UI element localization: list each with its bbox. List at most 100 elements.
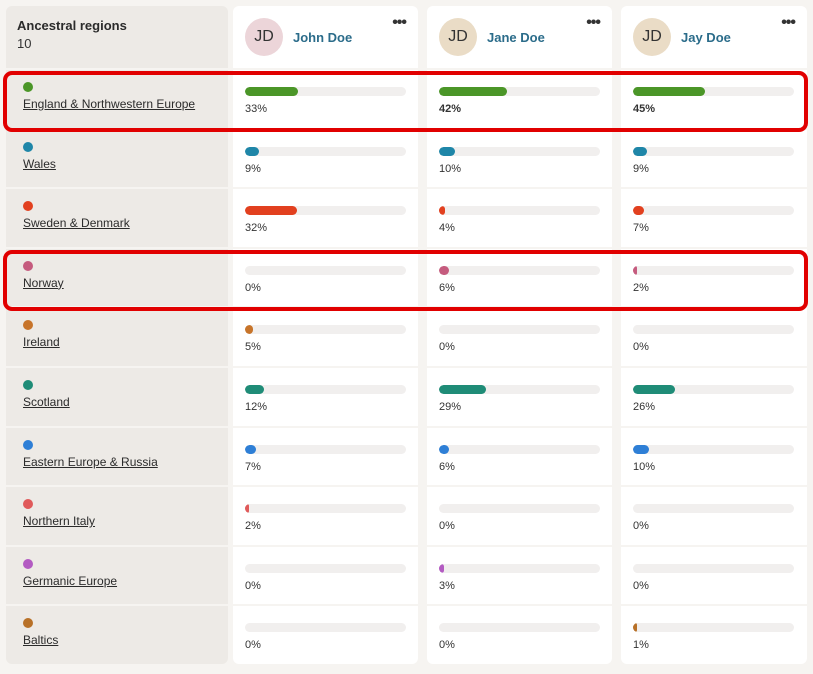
region-percentage-cell: 0% bbox=[427, 485, 612, 545]
percentage-bar bbox=[633, 384, 794, 394]
region-name-link[interactable]: Sweden & Denmark bbox=[23, 216, 130, 230]
region-percentage-cell: 0% bbox=[233, 604, 418, 664]
percentage-value: 4% bbox=[439, 222, 455, 235]
region-percentage-cell: 7% bbox=[621, 187, 807, 247]
percentage-value: 0% bbox=[245, 579, 261, 592]
region-percentage-cell: 0% bbox=[621, 306, 807, 366]
avatar[interactable]: JD bbox=[633, 18, 671, 56]
region-percentage-cell: 0% bbox=[427, 604, 612, 664]
percentage-bar-fill bbox=[633, 444, 650, 454]
percentage-bar bbox=[439, 265, 600, 275]
region-row: Eastern Europe & Russia bbox=[6, 425, 228, 486]
percentage-value: 42% bbox=[439, 103, 462, 115]
region-name-link[interactable]: Germanic Europe bbox=[23, 574, 117, 588]
percentage-value: 0% bbox=[439, 520, 455, 533]
region-percentage-cell: 4% bbox=[427, 187, 612, 247]
percentage-bar bbox=[245, 444, 406, 454]
percentage-bar bbox=[633, 325, 794, 335]
percentage-bar-fill bbox=[245, 146, 260, 156]
percentage-value: 1% bbox=[633, 639, 649, 652]
region-percentage-cell: 6% bbox=[427, 425, 612, 486]
person-name-link[interactable]: Jane Doe bbox=[487, 30, 545, 45]
more-options-icon[interactable]: ••• bbox=[586, 14, 601, 32]
percentage-bar-fill bbox=[439, 87, 507, 96]
region-name-link[interactable]: England & Northwestern Europe bbox=[23, 97, 195, 111]
region-percentage-cell: 9% bbox=[233, 127, 418, 188]
person-name-link[interactable]: John Doe bbox=[293, 30, 352, 45]
more-options-icon[interactable]: ••• bbox=[781, 14, 796, 32]
percentage-bar bbox=[633, 265, 794, 275]
more-options-icon[interactable]: ••• bbox=[392, 14, 407, 32]
person-header: JD Jane Doe ••• bbox=[427, 6, 612, 68]
percentage-bar-fill bbox=[633, 206, 645, 216]
percentage-bar bbox=[633, 504, 794, 514]
region-name-link[interactable]: Norway bbox=[23, 276, 64, 290]
percentage-bar bbox=[245, 504, 406, 514]
region-name-link[interactable]: Eastern Europe & Russia bbox=[23, 455, 158, 469]
region-percentage-cell: 9% bbox=[621, 127, 807, 188]
region-color-dot bbox=[23, 558, 33, 569]
region-name-link[interactable]: Ireland bbox=[23, 335, 60, 349]
percentage-bar-fill bbox=[245, 325, 254, 335]
percentage-value: 9% bbox=[633, 162, 649, 175]
percentage-bar bbox=[633, 206, 794, 216]
percentage-bar bbox=[633, 623, 794, 633]
region-name-link[interactable]: Wales bbox=[23, 157, 56, 171]
region-row: Scotland bbox=[6, 365, 228, 426]
percentage-bar bbox=[633, 146, 794, 156]
region-percentage-cell: 10% bbox=[427, 127, 612, 188]
percentage-bar-fill bbox=[633, 623, 637, 633]
percentage-bar bbox=[245, 146, 406, 156]
region-percentage-cell: 6% bbox=[427, 246, 612, 307]
percentage-value: 12% bbox=[245, 400, 268, 413]
person-header: JD John Doe ••• bbox=[233, 6, 418, 68]
region-row: Wales bbox=[6, 127, 228, 188]
region-percentage-cell: 45% bbox=[621, 68, 807, 128]
percentage-bar bbox=[633, 563, 794, 573]
percentage-bar bbox=[439, 563, 600, 573]
region-percentage-cell: 12% bbox=[233, 365, 418, 426]
percentage-bar bbox=[245, 325, 406, 335]
percentage-bar-fill bbox=[439, 444, 449, 454]
ethnicity-comparison-grid: Ancestral regions 10 JD John Doe ••• JD Jane… bbox=[0, 0, 813, 674]
region-percentage-cell: 29% bbox=[427, 365, 612, 426]
percentage-bar bbox=[633, 87, 794, 96]
percentage-bar-fill bbox=[439, 146, 456, 156]
region-name-link[interactable]: Scotland bbox=[23, 395, 70, 409]
percentage-value: 0% bbox=[439, 341, 455, 354]
region-color-dot bbox=[23, 141, 33, 152]
region-color-dot bbox=[23, 499, 33, 510]
region-name-link[interactable]: Baltics bbox=[23, 633, 58, 647]
percentage-bar bbox=[439, 146, 600, 156]
percentage-value: 0% bbox=[633, 520, 649, 533]
region-percentage-cell: 0% bbox=[427, 306, 612, 366]
sidebar-title: Ancestral regions bbox=[17, 18, 127, 33]
person-name-link[interactable]: Jay Doe bbox=[681, 30, 731, 45]
percentage-bar bbox=[245, 206, 406, 216]
percentage-bar bbox=[245, 384, 406, 394]
percentage-value: 6% bbox=[439, 460, 455, 473]
region-percentage-cell: 26% bbox=[621, 365, 807, 426]
percentage-value: 0% bbox=[439, 639, 455, 652]
percentage-value: 5% bbox=[245, 341, 261, 354]
percentage-bar bbox=[245, 563, 406, 573]
percentage-bar-fill bbox=[633, 146, 648, 156]
percentage-bar-fill bbox=[245, 206, 297, 216]
avatar[interactable]: JD bbox=[439, 18, 477, 56]
region-percentage-cell: 5% bbox=[233, 306, 418, 366]
percentage-bar-fill bbox=[245, 87, 299, 96]
region-percentage-cell: 2% bbox=[621, 246, 807, 307]
person-header: JD Jay Doe ••• bbox=[621, 6, 807, 68]
percentage-value: 6% bbox=[439, 281, 455, 294]
region-color-dot bbox=[23, 379, 33, 390]
percentage-value: 45% bbox=[633, 103, 656, 115]
percentage-bar bbox=[439, 384, 600, 394]
region-percentage-cell: 7% bbox=[233, 425, 418, 486]
region-name-link[interactable]: Northern Italy bbox=[23, 514, 95, 528]
percentage-value: 2% bbox=[633, 281, 649, 294]
percentage-bar bbox=[439, 444, 600, 454]
percentage-value: 29% bbox=[439, 400, 462, 413]
region-row: Northern Italy bbox=[6, 485, 228, 545]
region-percentage-cell: 0% bbox=[233, 544, 418, 605]
avatar[interactable]: JD bbox=[245, 18, 283, 56]
